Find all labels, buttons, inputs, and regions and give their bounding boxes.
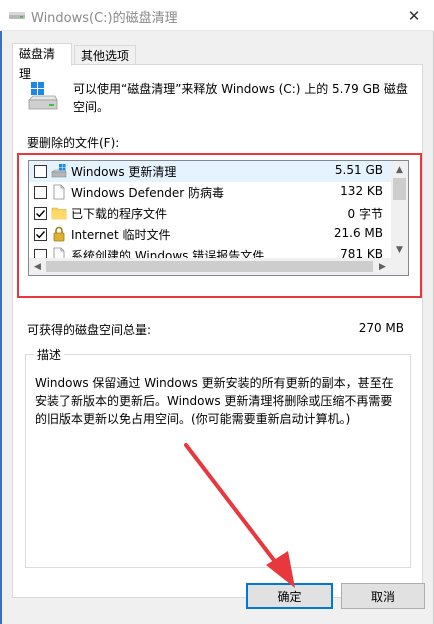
file-size: 5.51 GB <box>334 163 383 177</box>
title-bar: Windows(C:)的磁盘清理 ✕ <box>0 0 434 31</box>
file-size: 21.6 MB <box>333 226 383 240</box>
list-item[interactable]: Windows Defender 防病毒 132 KB <box>29 182 391 203</box>
scroll-down-arrow-icon[interactable]: ▼ <box>391 241 408 258</box>
file-list-rows: Windows 更新清理 5.51 GB Windows Defender 防病… <box>29 161 391 266</box>
file-name: Windows 更新清理 <box>71 165 177 179</box>
description-text: Windows 保留通过 Windows 更新安装的所有更新的副本，甚至在安装了… <box>35 376 394 426</box>
tab-disk-cleanup[interactable]: 磁盘清理 <box>12 43 72 81</box>
total-space-label: 可获得的磁盘空间总量: <box>27 323 152 337</box>
list-item[interactable]: Internet 临时文件 21.6 MB <box>29 224 391 245</box>
file-list[interactable]: Windows 更新清理 5.51 GB Windows Defender 防病… <box>28 160 409 276</box>
checkbox[interactable] <box>34 186 47 199</box>
folder-icon <box>51 207 67 220</box>
dialog-body: 磁盘清理 其他选项 可以使用“磁盘清理”来释放 Windows (C:) 上的 … <box>2 31 433 624</box>
list-item[interactable]: 已下载的程序文件 0 字节 <box>29 203 391 224</box>
close-button[interactable]: ✕ <box>394 0 434 31</box>
intro-text: 可以使用“磁盘清理”来释放 Windows (C:) 上的 5.79 GB 磁盘… <box>73 82 408 114</box>
scroll-up-arrow-icon[interactable]: ▲ <box>391 161 408 178</box>
disk-cleanup-panel: 可以使用“磁盘清理”来释放 Windows (C:) 上的 5.79 GB 磁盘… <box>12 64 423 598</box>
file-size: 0 字节 <box>347 207 383 221</box>
file-size: 132 KB <box>340 184 383 198</box>
document-icon <box>53 184 65 200</box>
checkbox[interactable] <box>34 207 47 220</box>
files-to-delete-label: 要删除的文件(F): <box>27 136 120 150</box>
description-group: 描述 Windows 保留通过 Windows 更新安装的所有更新的副本，甚至在… <box>25 346 411 568</box>
scrollbar-corner <box>391 258 408 275</box>
ok-button[interactable]: 确定 <box>246 583 333 609</box>
window-title: Windows(C:)的磁盘清理 <box>31 11 178 26</box>
scroll-thumb[interactable] <box>46 261 373 272</box>
file-name: Internet 临时文件 <box>71 228 171 242</box>
scroll-right-arrow-icon[interactable]: ▶ <box>374 258 391 275</box>
scroll-left-arrow-icon[interactable]: ◀ <box>29 258 46 275</box>
vertical-scrollbar[interactable]: ▲ ▼ <box>391 161 408 258</box>
checkbox[interactable] <box>34 228 47 241</box>
windows-update-cleanup-icon <box>51 164 67 178</box>
total-space-value: 270 MB <box>358 321 404 335</box>
checkbox[interactable] <box>34 165 47 178</box>
horizontal-scrollbar[interactable]: ◀ ▶ <box>29 258 391 275</box>
cancel-button[interactable]: 取消 <box>341 583 425 609</box>
list-item[interactable]: Windows 更新清理 5.51 GB <box>29 161 391 182</box>
description-legend: 描述 <box>34 346 65 363</box>
file-name: 已下载的程序文件 <box>71 207 168 221</box>
drive-icon <box>28 82 58 110</box>
checkmark-icon <box>36 210 46 218</box>
tab-more-options[interactable]: 其他选项 <box>74 45 136 65</box>
file-name: Windows Defender 防病毒 <box>71 186 224 200</box>
lock-icon <box>53 226 65 242</box>
checkmark-icon <box>36 231 46 239</box>
scroll-thumb[interactable] <box>393 178 406 200</box>
disk-cleanup-icon <box>9 12 25 19</box>
